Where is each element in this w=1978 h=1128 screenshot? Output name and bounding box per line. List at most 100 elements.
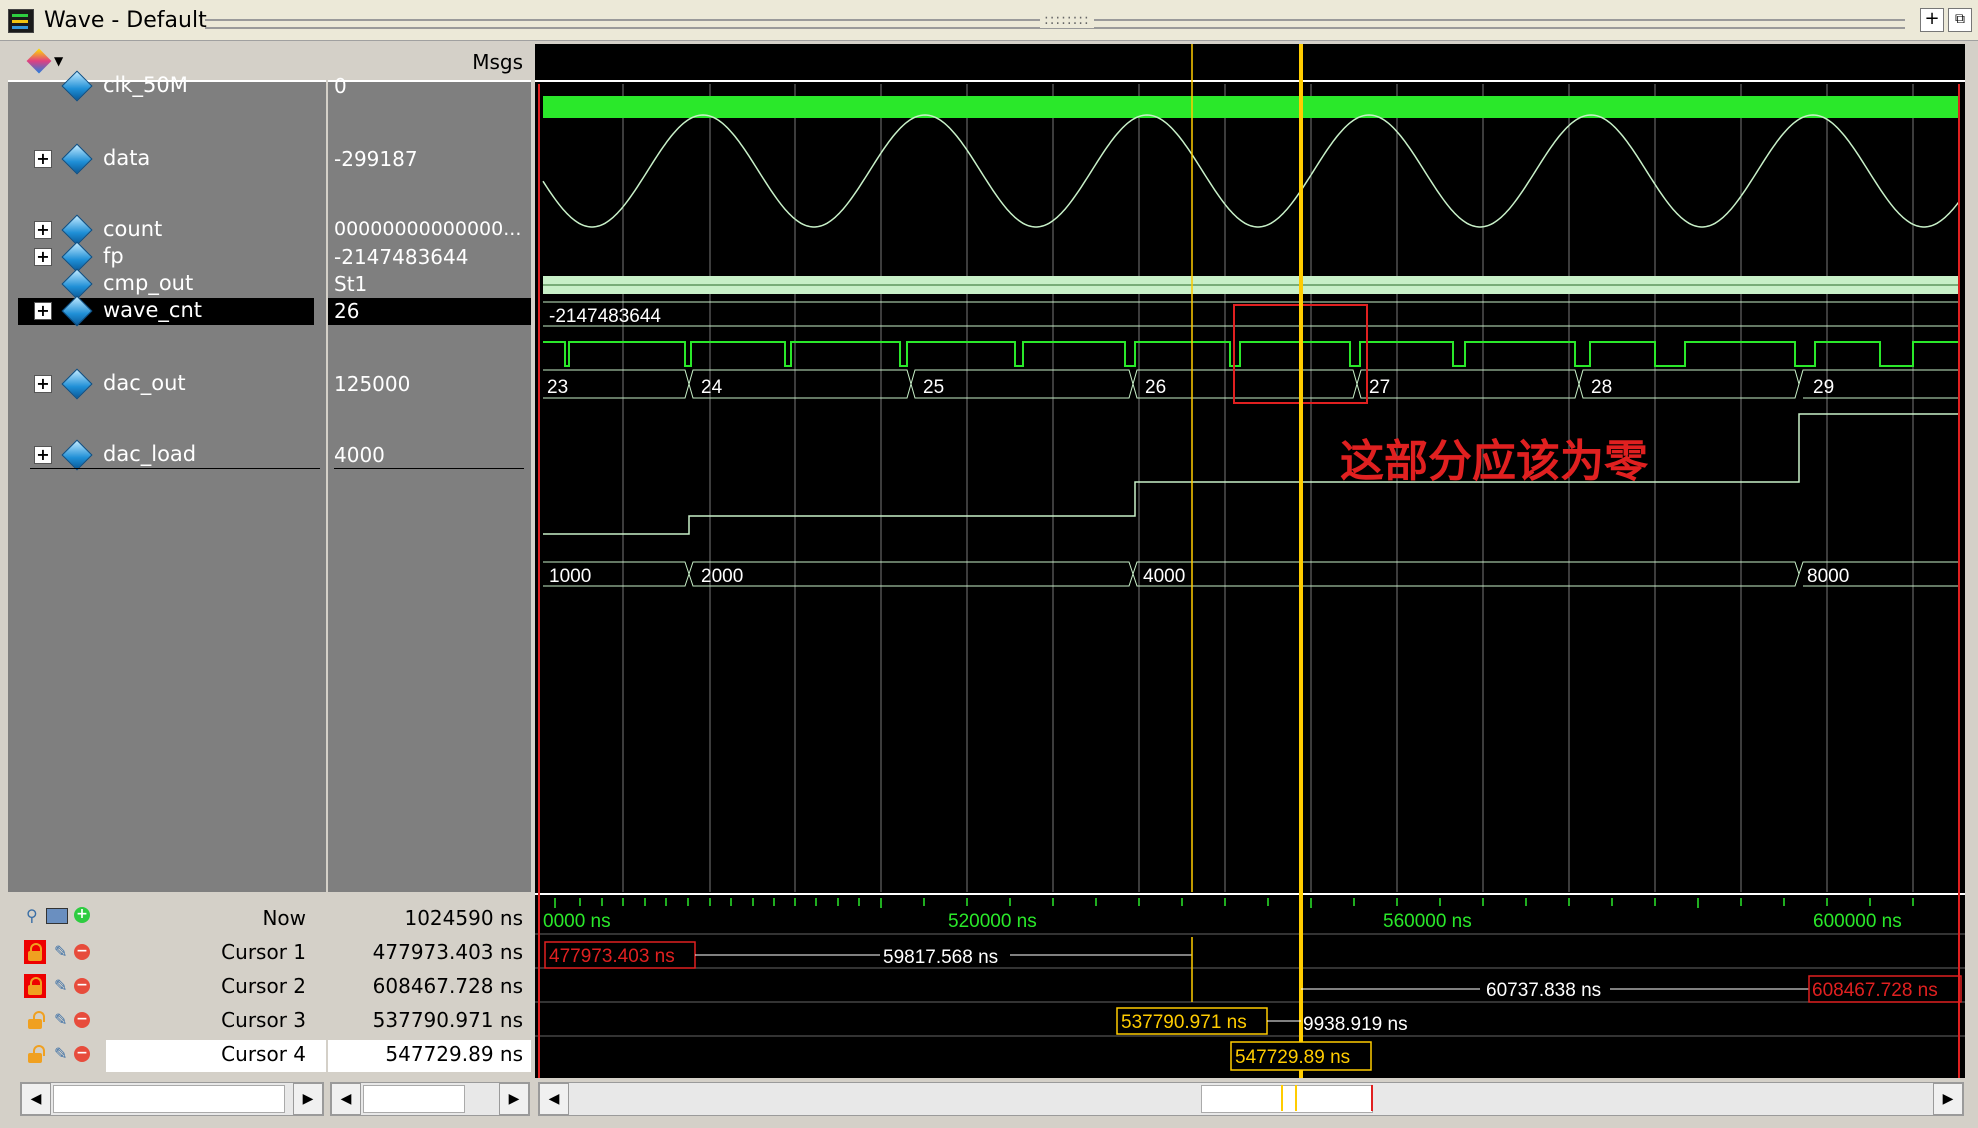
cursor-delta: 60737.838 ns bbox=[1486, 980, 1601, 1001]
undock-button[interactable]: ⧉ bbox=[1948, 8, 1972, 32]
cursor-label[interactable]: Cursor 4 bbox=[221, 1042, 306, 1066]
cmp-out-waveform bbox=[543, 341, 1959, 367]
cursor-label[interactable]: Cursor 3 bbox=[221, 1008, 306, 1032]
values-scrollbar[interactable]: ◀ ▶ bbox=[330, 1082, 530, 1116]
cursor-3-box-text: 537790.971 ns bbox=[1121, 1012, 1247, 1033]
wave-cnt-label: 29 bbox=[1813, 377, 1834, 398]
signal-values-pane[interactable]: Msgs 0 -299187 00000000000000... -214748… bbox=[328, 44, 531, 892]
signal-value: 0 bbox=[334, 74, 347, 98]
scroll-right-icon[interactable]: ▶ bbox=[293, 1083, 323, 1115]
drag-handle-icon[interactable]: :::::::: bbox=[1040, 12, 1094, 28]
fp-label: -2147483644 bbox=[549, 306, 661, 327]
signal-name[interactable]: data bbox=[103, 146, 150, 170]
scroll-right-icon[interactable]: ▶ bbox=[1933, 1083, 1963, 1115]
signal-name[interactable]: fp bbox=[103, 244, 124, 268]
signal-value: 125000 bbox=[334, 372, 411, 396]
scroll-cursor-marker bbox=[1295, 1085, 1297, 1111]
scroll-thumb[interactable] bbox=[53, 1085, 285, 1113]
signal-value: 26 bbox=[334, 299, 360, 323]
cursor-2-box-text: 608467.728 ns bbox=[1812, 980, 1938, 1001]
wave-cnt-waveform bbox=[543, 369, 1959, 399]
timeline-canvas[interactable]: 0000 ns 520000 ns 560000 ns 600000 ns 47… bbox=[535, 892, 1965, 1078]
cursor-label[interactable]: Cursor 2 bbox=[221, 974, 306, 998]
dock-button[interactable]: + bbox=[1920, 8, 1944, 32]
signal-value: -299187 bbox=[334, 147, 418, 171]
signal-value: St1 bbox=[334, 272, 368, 296]
signal-value: 00000000000000... bbox=[334, 218, 522, 240]
remove-cursor-icon[interactable]: − bbox=[74, 978, 90, 994]
annotation-text: 这部分应该为零 bbox=[1340, 437, 1649, 486]
dac-out-waveform bbox=[543, 413, 1959, 535]
cursor-delta: 9938.919 ns bbox=[1303, 1014, 1408, 1035]
cursor-toolbar-icon[interactable]: ⚲ bbox=[26, 906, 38, 925]
expand-icon[interactable]: + bbox=[34, 248, 52, 266]
signal-names-pane[interactable]: ▼ clk_50M + data + count + fp cmp_out + … bbox=[8, 44, 326, 892]
waveform-pane[interactable]: -2147483644 23 24 25 26 27 28 29 1000 20… bbox=[535, 44, 1965, 892]
signal-name[interactable]: clk_50M bbox=[103, 73, 188, 97]
scroll-left-icon[interactable]: ◀ bbox=[21, 1083, 51, 1115]
insert-marker bbox=[30, 468, 320, 469]
wave-cnt-label: 25 bbox=[923, 377, 944, 398]
remove-cursor-icon[interactable]: − bbox=[74, 1046, 90, 1062]
signal-icon bbox=[61, 368, 93, 400]
timeline-tick-label: 600000 ns bbox=[1813, 911, 1902, 932]
wave-scrollbar[interactable]: ◀ ▶ bbox=[538, 1082, 1964, 1116]
cursor-value: 608467.728 ns bbox=[372, 974, 523, 998]
scroll-right-icon[interactable]: ▶ bbox=[499, 1083, 529, 1115]
signal-name[interactable]: dac_load bbox=[103, 442, 196, 466]
wave-cnt-label: 28 bbox=[1591, 377, 1612, 398]
unlock-icon[interactable] bbox=[24, 1008, 46, 1032]
timeline-tick-label: 560000 ns bbox=[1383, 911, 1472, 932]
add-cursor-icon[interactable]: + bbox=[74, 907, 90, 923]
scroll-left-icon[interactable]: ◀ bbox=[331, 1083, 361, 1115]
wrench-icon[interactable]: ✎ bbox=[54, 942, 67, 961]
wrench-icon[interactable]: ✎ bbox=[54, 1044, 67, 1063]
signal-name[interactable]: dac_out bbox=[103, 371, 186, 395]
cursor-value: 537790.971 ns bbox=[372, 1008, 523, 1032]
signal-value: 4000 bbox=[334, 443, 385, 467]
window-title: Wave - Default bbox=[44, 8, 207, 33]
lock-icon[interactable] bbox=[24, 974, 46, 998]
remove-cursor-icon[interactable]: − bbox=[74, 1012, 90, 1028]
expand-icon[interactable]: + bbox=[34, 446, 52, 464]
names-scrollbar[interactable]: ◀ ▶ bbox=[20, 1082, 324, 1116]
expand-icon[interactable]: + bbox=[34, 221, 52, 239]
cursor-value: 477973.403 ns bbox=[372, 940, 523, 964]
add-wave-icon[interactable] bbox=[26, 48, 52, 74]
scroll-thumb[interactable] bbox=[363, 1085, 465, 1113]
data-waveform bbox=[542, 114, 1960, 228]
expand-icon[interactable]: + bbox=[34, 302, 52, 320]
chevron-down-icon[interactable]: ▼ bbox=[54, 54, 63, 68]
signal-value: -2147483644 bbox=[334, 245, 469, 269]
scroll-thumb[interactable] bbox=[1201, 1085, 1373, 1113]
wrench-icon[interactable]: ✎ bbox=[54, 976, 67, 995]
dac-load-label: 2000 bbox=[701, 566, 743, 587]
expand-icon[interactable]: + bbox=[34, 375, 52, 393]
cursor-timeline-pane[interactable]: 0000 ns 520000 ns 560000 ns 600000 ns 47… bbox=[535, 892, 1965, 1078]
msgs-label: Msgs bbox=[472, 50, 523, 74]
lock-icon[interactable] bbox=[24, 940, 46, 964]
wave-window-icon bbox=[8, 9, 34, 33]
time-grid bbox=[622, 84, 1914, 892]
monitor-icon[interactable] bbox=[46, 908, 68, 924]
cursor-4-box-text: 547729.89 ns bbox=[1235, 1047, 1350, 1068]
expand-icon[interactable]: + bbox=[34, 150, 52, 168]
signal-name[interactable]: cmp_out bbox=[103, 271, 193, 295]
remove-cursor-icon[interactable]: − bbox=[74, 944, 90, 960]
timeline-tick-label: 520000 ns bbox=[948, 911, 1037, 932]
wave-cnt-label: 27 bbox=[1369, 377, 1390, 398]
signal-icon bbox=[61, 439, 93, 471]
scroll-left-icon[interactable]: ◀ bbox=[539, 1083, 569, 1115]
dac-load-label: 4000 bbox=[1143, 566, 1185, 587]
unlock-icon[interactable] bbox=[24, 1042, 46, 1066]
now-label: Now bbox=[262, 906, 306, 930]
dac-load-waveform bbox=[543, 561, 1959, 587]
signal-name[interactable]: wave_cnt bbox=[103, 298, 202, 322]
wrench-icon[interactable]: ✎ bbox=[54, 1010, 67, 1029]
window-title-bar: Wave - Default :::::::: + ⧉ bbox=[0, 0, 1978, 41]
cursor-values-pane: 1024590 ns 477973.403 ns 608467.728 ns 5… bbox=[328, 892, 531, 1078]
cursor-label[interactable]: Cursor 1 bbox=[221, 940, 306, 964]
scroll-cursor-marker bbox=[1281, 1085, 1283, 1111]
waveform-canvas[interactable]: -2147483644 23 24 25 26 27 28 29 1000 20… bbox=[535, 44, 1965, 892]
signal-name[interactable]: count bbox=[103, 217, 162, 241]
